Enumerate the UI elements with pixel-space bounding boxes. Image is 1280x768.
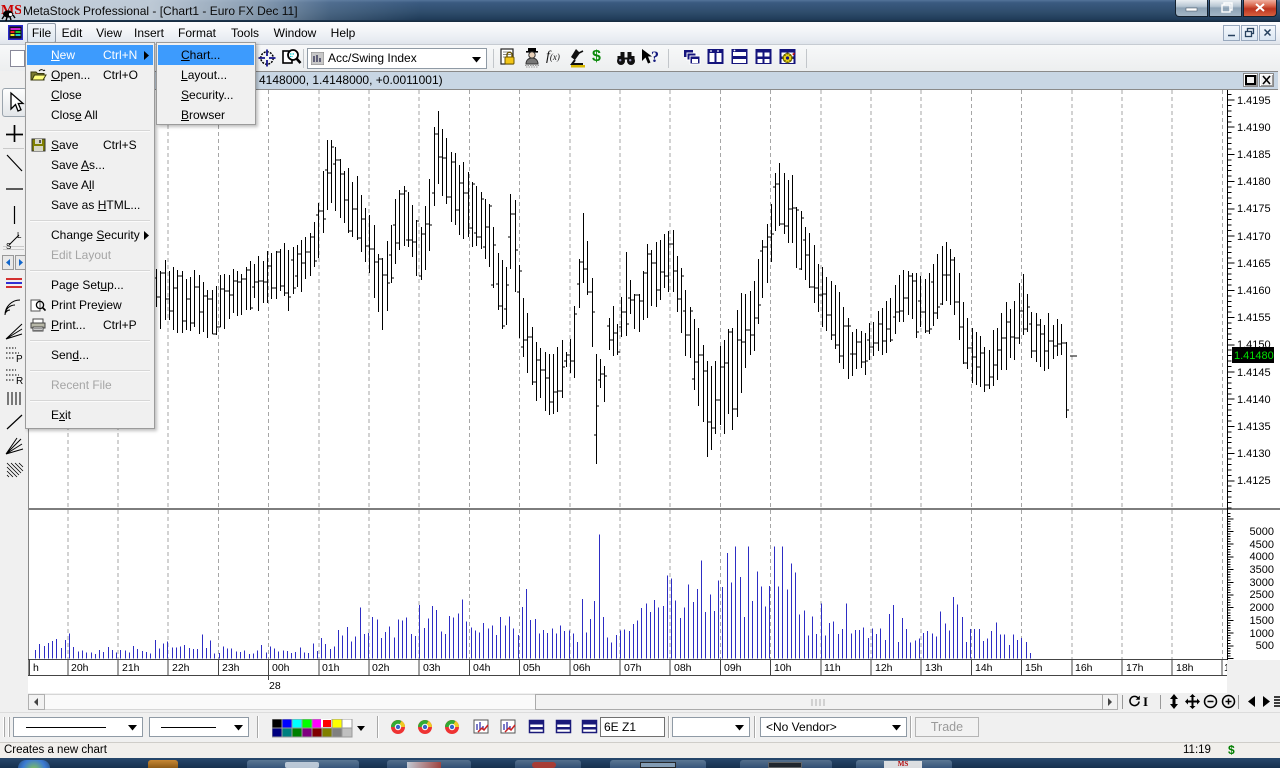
svg-text:05h: 05h (523, 662, 541, 674)
svg-text:1.4180: 1.4180 (1237, 176, 1271, 188)
svg-text:28: 28 (269, 680, 281, 692)
svg-text:h: h (33, 662, 39, 674)
svg-text:1500: 1500 (1250, 615, 1274, 627)
svg-text:?: ? (651, 49, 659, 66)
svg-text:15h: 15h (1025, 662, 1043, 674)
svg-text:22h: 22h (172, 662, 190, 674)
svg-text:R: R (16, 376, 23, 386)
svg-text:1.4190: 1.4190 (1237, 122, 1271, 134)
svg-text:1.4170: 1.4170 (1237, 231, 1271, 243)
svg-text:2500: 2500 (1250, 589, 1274, 601)
svg-text:3000: 3000 (1250, 577, 1274, 589)
svg-text:1000: 1000 (1250, 628, 1274, 640)
svg-text:12h: 12h (875, 662, 893, 674)
svg-text:4500: 4500 (1250, 539, 1274, 551)
svg-text:02h: 02h (372, 662, 390, 674)
svg-text:1.41480: 1.41480 (1234, 350, 1274, 362)
svg-text:06h: 06h (573, 662, 591, 674)
svg-text:1.4165: 1.4165 (1237, 258, 1271, 270)
svg-text:1.4175: 1.4175 (1237, 203, 1271, 215)
svg-text:1.4145: 1.4145 (1237, 367, 1271, 379)
svg-text:23h: 23h (222, 662, 240, 674)
svg-text:500: 500 (1256, 640, 1274, 652)
svg-text:18h: 18h (1176, 662, 1194, 674)
svg-text:01h: 01h (322, 662, 340, 674)
svg-text:P: P (16, 354, 23, 364)
svg-text:1.4130: 1.4130 (1237, 448, 1271, 460)
svg-text:08h: 08h (674, 662, 692, 674)
svg-text:1.4155: 1.4155 (1237, 312, 1271, 324)
svg-text:16h: 16h (1075, 662, 1093, 674)
svg-text:2000: 2000 (1250, 602, 1274, 614)
svg-text:03h: 03h (423, 662, 441, 674)
svg-text:L: L (17, 231, 22, 240)
svg-text:00h: 00h (272, 662, 290, 674)
svg-text:11h: 11h (824, 662, 841, 674)
svg-text:14h: 14h (975, 662, 993, 674)
svg-text:1.4160: 1.4160 (1237, 285, 1271, 297)
svg-text:04h: 04h (473, 662, 491, 674)
svg-text:1.4140: 1.4140 (1237, 394, 1271, 406)
svg-text:21h: 21h (122, 662, 140, 674)
svg-text:07h: 07h (624, 662, 642, 674)
svg-text:1.4135: 1.4135 (1237, 421, 1271, 433)
svg-text:09h: 09h (724, 662, 742, 674)
svg-text:20h: 20h (71, 662, 89, 674)
svg-text:1.4185: 1.4185 (1237, 149, 1271, 161)
svg-text:4000: 4000 (1250, 551, 1274, 563)
svg-text:1.4195: 1.4195 (1237, 95, 1271, 107)
svg-text:1.4125: 1.4125 (1237, 475, 1271, 487)
svg-text:13h: 13h (925, 662, 943, 674)
svg-text:3500: 3500 (1250, 564, 1274, 576)
svg-text:17h: 17h (1126, 662, 1144, 674)
svg-text:5000: 5000 (1250, 526, 1274, 538)
svg-text:10h: 10h (774, 662, 792, 674)
svg-text:S: S (6, 242, 11, 251)
